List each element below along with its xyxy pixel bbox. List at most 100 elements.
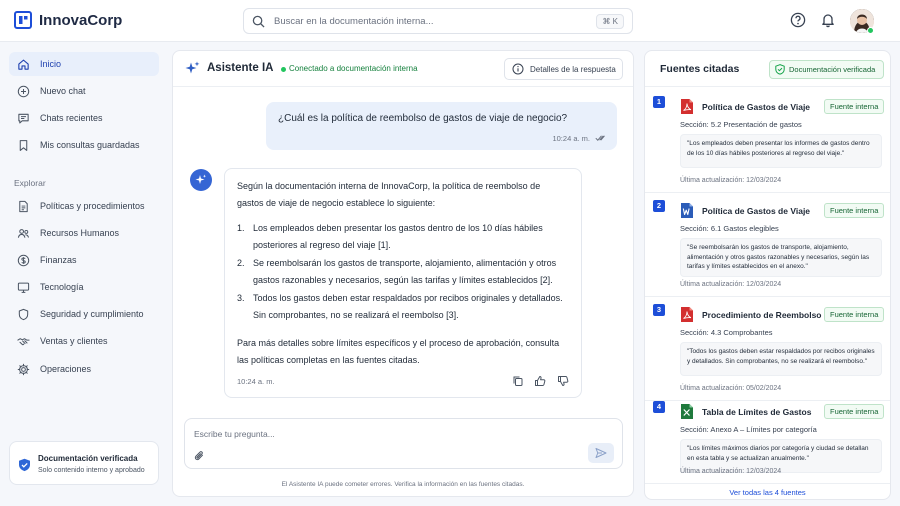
sources-title: Fuentes citadas <box>660 63 740 75</box>
source-quote: "Todos los gastos deben estar respaldado… <box>680 342 882 376</box>
sources-panel: Fuentes citadas Documentación verificada… <box>644 50 891 500</box>
assistant-intro: Según la documentación interna de Innova… <box>237 181 541 208</box>
logo-icon <box>14 11 32 29</box>
chat-icon <box>18 113 29 123</box>
source-quote: "Los empleados deben presentar los infor… <box>680 134 882 168</box>
assistant-message: Según la documentación interna de Innova… <box>224 168 582 398</box>
verified-docs-card: Documentación verificada Solo contenido … <box>9 441 159 485</box>
app-logo[interactable]: InnovaCorp <box>14 11 122 29</box>
sidebar-item-nuevo-chat[interactable]: Nuevo chat <box>9 79 159 103</box>
top-bar: InnovaCorp ⌘ K <box>0 0 900 42</box>
source-updated: Última actualización: 12/03/2024 <box>680 177 782 184</box>
assistant-message-time: 10:24 a. m. <box>237 377 275 386</box>
app-name: InnovaCorp <box>39 11 123 29</box>
divider <box>645 86 890 87</box>
user-message-text: ¿Cuál es la política de reembolso de gas… <box>278 113 568 124</box>
search-icon <box>252 15 265 28</box>
chat-panel: Asistente IA Conectado a documentación i… <box>172 50 634 497</box>
point-number: 1. <box>237 223 245 233</box>
point-number: 2. <box>237 258 245 268</box>
sidebar-item-label: Mis consultas guardadas <box>40 140 140 150</box>
sidebar-item-label: Inicio <box>40 59 62 69</box>
source-number: 4 <box>653 401 665 413</box>
sidebar: Inicio Nuevo chat Chats recientes Mis co… <box>0 42 168 506</box>
source-updated: Última actualización: 12/03/2024 <box>680 281 782 288</box>
source-tag: Fuente interna <box>824 404 885 419</box>
source-item[interactable]: 3 Procedimiento de Reembolso Fuente inte… <box>645 297 890 401</box>
source-item[interactable]: 4 Tabla de Límites de Gastos Fuente inte… <box>645 394 890 484</box>
assistant-avatar <box>190 169 212 191</box>
source-number: 3 <box>653 304 665 316</box>
source-item[interactable]: 1 Política de Gastos de Viaje Fuente int… <box>645 89 890 193</box>
home-icon <box>18 59 29 70</box>
search-input[interactable] <box>274 15 597 27</box>
plus-circle-icon <box>17 85 30 97</box>
connection-status: Conectado a documentación interna <box>289 64 418 73</box>
sparkle-icon <box>195 174 207 184</box>
sidebar-item-inicio[interactable]: Inicio <box>9 52 159 76</box>
search-bar[interactable]: ⌘ K <box>243 8 633 34</box>
shield-icon <box>18 308 29 320</box>
sidebar-item-tecnologia[interactable]: Tecnología <box>9 275 159 299</box>
sidebar-item-label: Recursos Humanos <box>40 228 120 238</box>
sidebar-item-label: Tecnología <box>40 282 84 292</box>
point-text: Se reembolsarán los gastos de transporte… <box>253 258 557 285</box>
monitor-icon <box>17 282 30 293</box>
ai-disclaimer: El Asistente IA puede cometer errores. V… <box>281 481 525 488</box>
sidebar-item-finanzas[interactable]: Finanzas <box>9 248 159 272</box>
copy-icon[interactable] <box>512 375 524 387</box>
point-text: Los empleados deben presentar los gastos… <box>253 223 543 250</box>
sidebar-item-politicas[interactable]: Políticas y procedimientos <box>9 194 159 218</box>
send-button[interactable] <box>588 443 614 463</box>
send-icon <box>595 448 607 458</box>
chat-header: Asistente IA Conectado a documentación i… <box>173 51 633 87</box>
sidebar-item-seguridad[interactable]: Seguridad y cumplimiento <box>9 302 159 326</box>
online-status-dot <box>867 27 874 34</box>
source-item[interactable]: 2 Política de Gastos de Viaje Fuente int… <box>645 193 890 297</box>
people-icon <box>17 228 30 238</box>
paperclip-icon[interactable] <box>194 450 205 462</box>
sidebar-item-label: Políticas y procedimientos <box>40 201 145 211</box>
pdf-icon <box>681 307 693 322</box>
help-icon[interactable] <box>790 12 806 28</box>
bell-icon[interactable] <box>820 12 836 28</box>
source-section: Sección: 5.2 Presentación de gastos <box>680 120 802 129</box>
shield-check-icon <box>19 458 30 472</box>
thumbs-down-icon[interactable] <box>557 375 569 387</box>
sidebar-item-chats-recientes[interactable]: Chats recientes <box>9 106 159 130</box>
details-button-label: Detalles de la respuesta <box>530 64 616 74</box>
bookmark-icon <box>19 139 28 151</box>
assistant-point: 3. Todos los gastos deben estar respalda… <box>237 290 569 323</box>
source-section: Sección: Anexo A – Límites por categoría <box>680 425 817 434</box>
sidebar-item-label: Finanzas <box>40 255 77 265</box>
sidebar-item-consultas-guardadas[interactable]: Mis consultas guardadas <box>9 133 159 157</box>
sidebar-item-label: Seguridad y cumplimiento <box>40 309 144 319</box>
search-shortcut: ⌘ K <box>596 13 624 29</box>
double-check-icon <box>595 135 605 141</box>
thumbs-up-icon[interactable] <box>534 375 546 387</box>
handshake-icon <box>17 337 30 345</box>
message-input[interactable] <box>194 429 574 439</box>
assistant-point: 2. Se reembolsarán los gastos de transpo… <box>237 255 569 288</box>
sidebar-item-ventas[interactable]: Ventas y clientes <box>9 329 159 353</box>
sidebar-item-label: Chats recientes <box>40 113 103 123</box>
point-number: 3. <box>237 293 245 303</box>
sidebar-item-label: Operaciones <box>40 364 92 374</box>
source-name: Tabla de Límites de Gastos <box>702 407 812 417</box>
sidebar-item-rrhh[interactable]: Recursos Humanos <box>9 221 159 245</box>
verified-badge-label: Documentación verificada <box>789 65 876 74</box>
sparkle-icon <box>185 61 200 74</box>
sidebar-item-operaciones[interactable]: Operaciones <box>9 357 159 381</box>
source-tag: Fuente interna <box>824 99 885 114</box>
see-all-sources-link[interactable]: Ver todas las 4 fuentes <box>645 488 890 497</box>
source-name: Procedimiento de Reembolso <box>702 310 822 320</box>
source-section: Sección: 4.3 Comprobantes <box>680 328 773 337</box>
source-number: 1 <box>653 96 665 108</box>
response-details-button[interactable]: Detalles de la respuesta <box>504 58 623 80</box>
info-icon <box>512 63 524 75</box>
source-tag: Fuente interna <box>824 307 885 322</box>
document-icon <box>19 200 28 212</box>
source-tag: Fuente interna <box>824 203 885 218</box>
word-icon <box>681 203 693 218</box>
verified-card-title: Documentación verificada <box>38 454 138 463</box>
